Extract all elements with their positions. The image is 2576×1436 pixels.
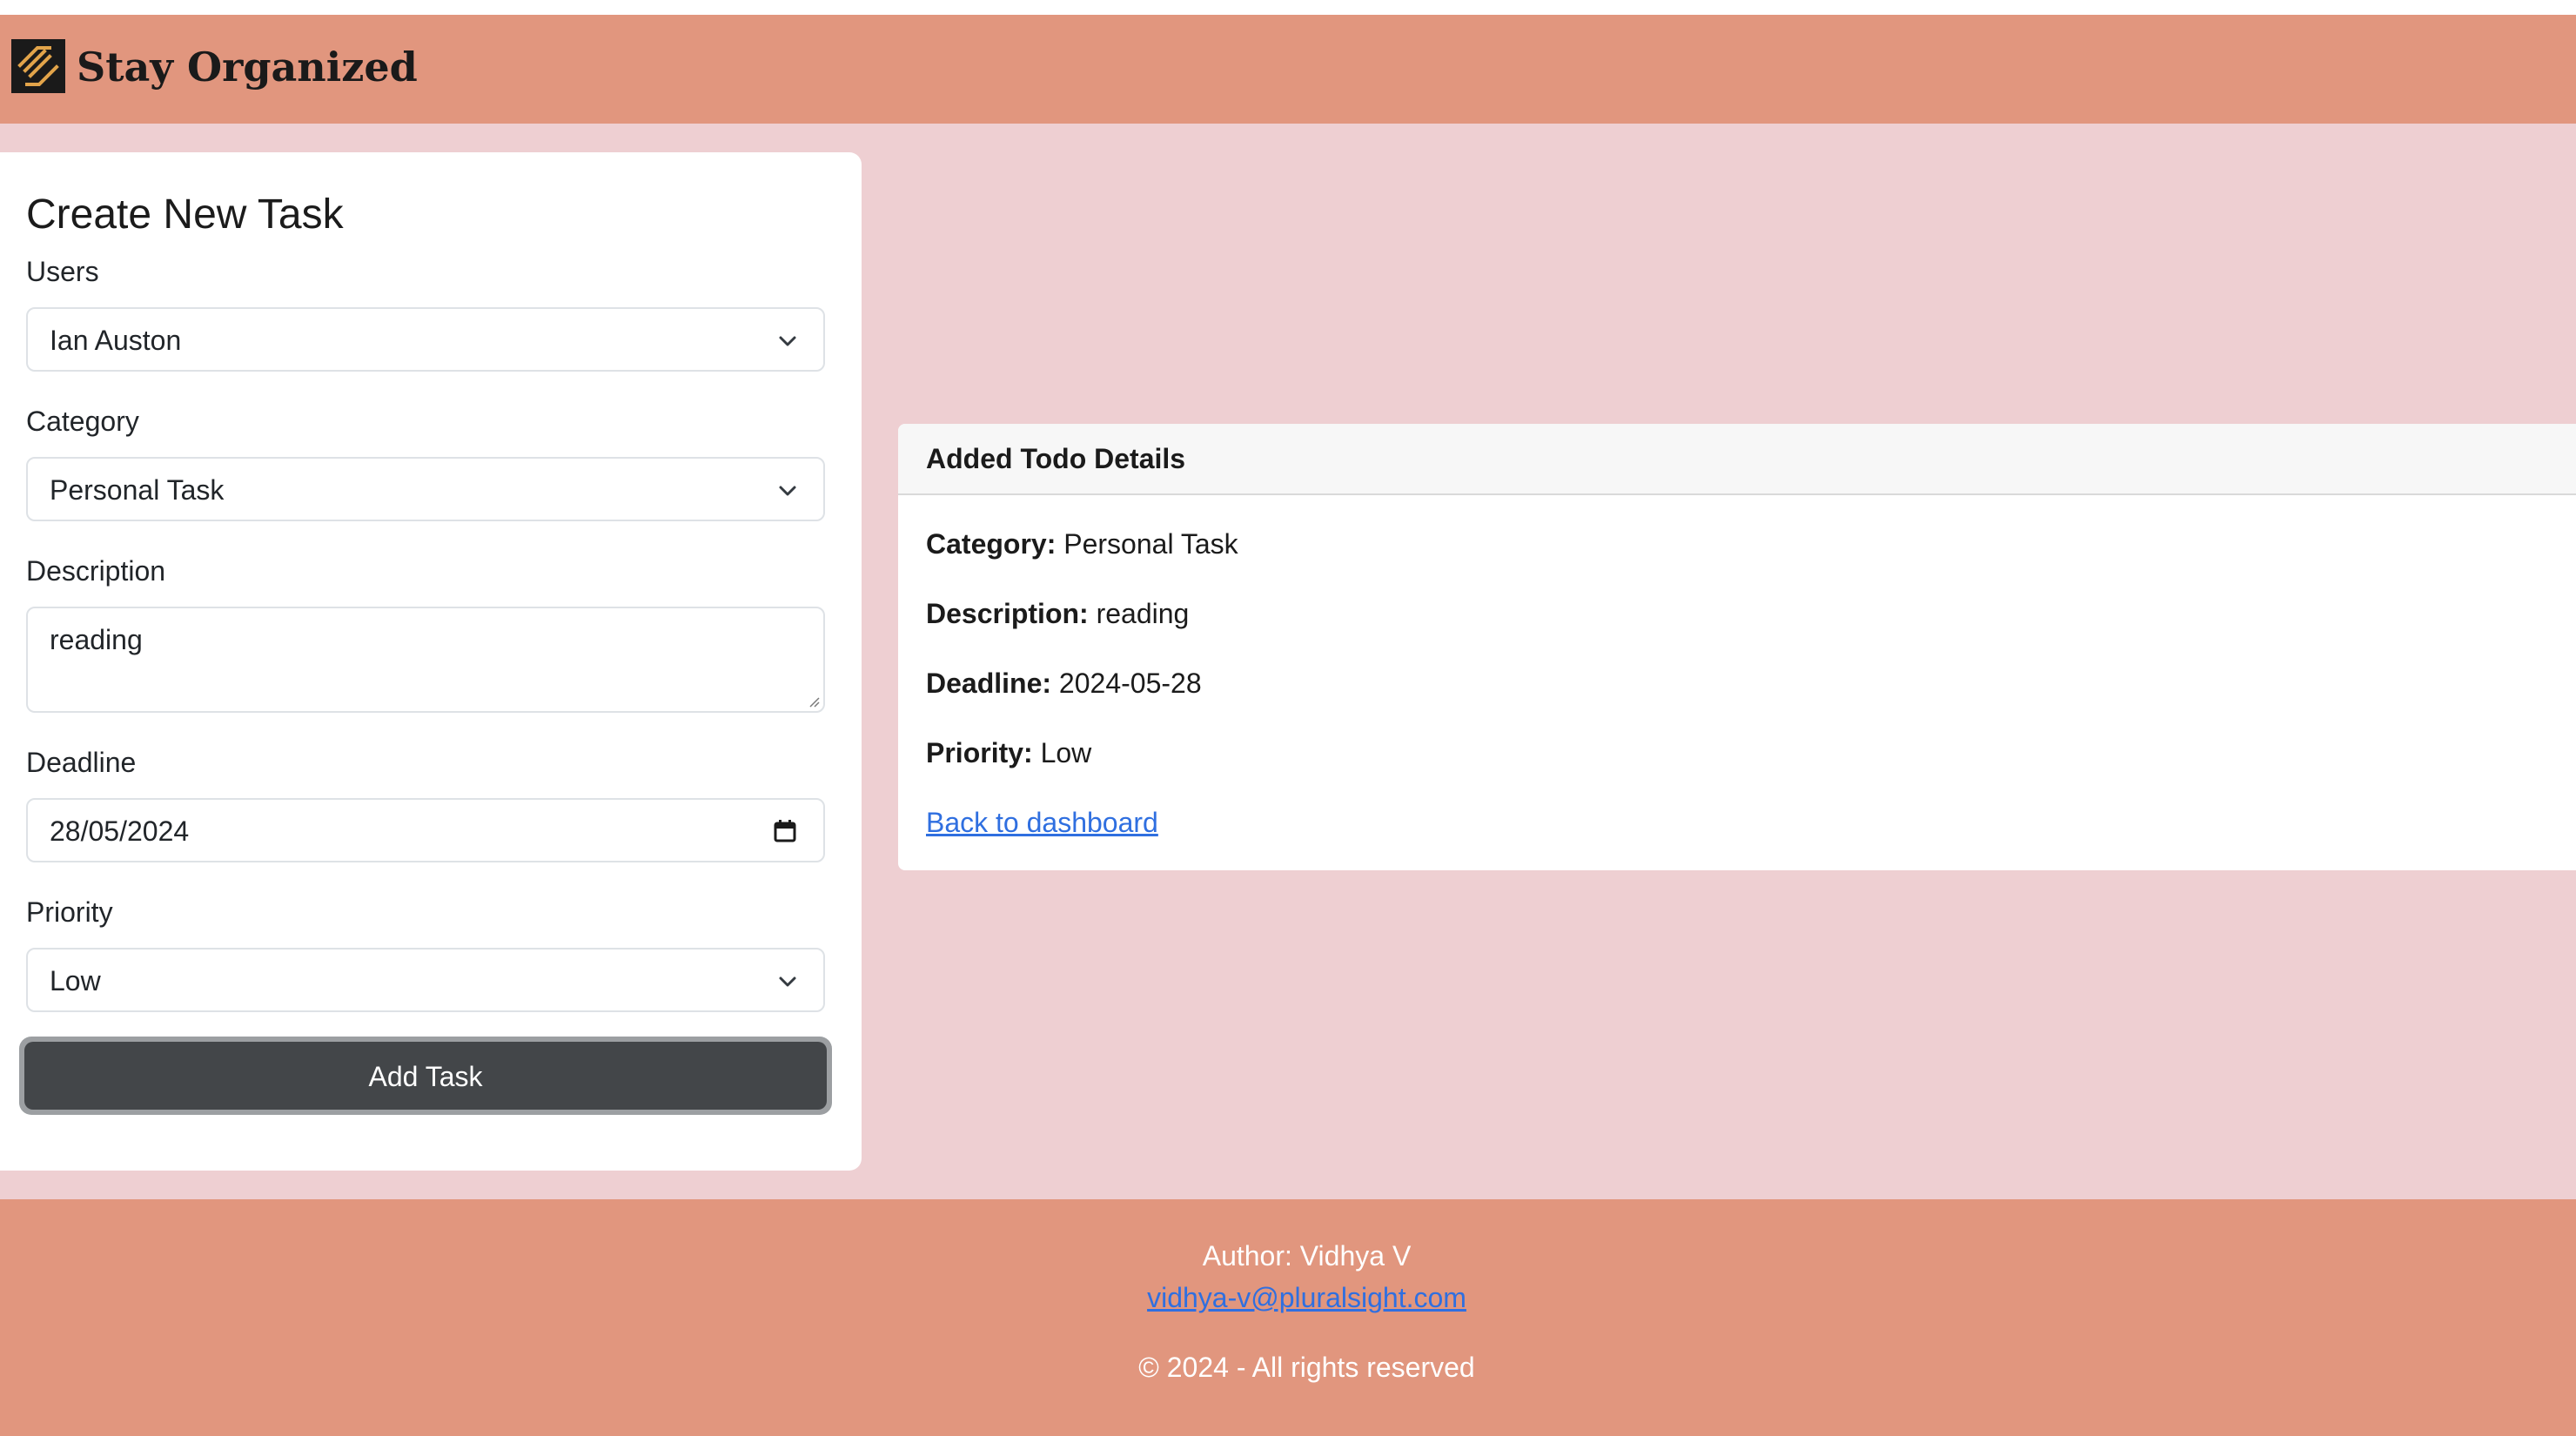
detail-priority-value: Low: [1040, 737, 1092, 768]
detail-priority-label: Priority:: [926, 737, 1033, 768]
category-label: Category: [26, 406, 139, 437]
form-title: Create New Task: [26, 191, 344, 238]
description-textarea-value: reading: [50, 624, 143, 655]
app-footer: Author: Vidhya V vidhya-v@pluralsight.co…: [0, 1199, 2576, 1436]
description-label: Description: [26, 555, 166, 587]
deadline-date-value: 28/05/2024: [50, 815, 190, 847]
detail-deadline-label: Deadline:: [926, 668, 1052, 699]
footer-copyright: © 2024 - All rights reserved: [1138, 1352, 1475, 1383]
priority-select-value: Low: [50, 965, 101, 996]
brand-title[interactable]: Stay Organized: [77, 41, 418, 93]
users-select-value: Ian Auston: [50, 325, 182, 356]
layers-logo-icon[interactable]: [11, 39, 65, 93]
footer-email-link[interactable]: vidhya-v@pluralsight.com: [1147, 1282, 1466, 1313]
details-title: Added Todo Details: [926, 443, 1186, 474]
detail-deadline-value: 2024-05-28: [1058, 668, 1202, 699]
back-link-row: Back to dashboard: [926, 805, 1158, 840]
app-header: Stay Organized: [0, 15, 2576, 124]
detail-description: Description: reading: [926, 596, 1189, 631]
detail-deadline: Deadline: 2024-05-28: [926, 666, 1202, 701]
details-header: Added Todo Details: [898, 424, 2576, 495]
detail-priority: Priority: Low: [926, 735, 1091, 770]
detail-category-value: Personal Task: [1063, 528, 1238, 560]
calendar-icon[interactable]: [771, 817, 799, 845]
todo-details-card: Added Todo Details Category: Personal Ta…: [898, 424, 2576, 870]
deadline-date-input[interactable]: 28/05/2024: [26, 798, 825, 862]
detail-category: Category: Personal Task: [926, 527, 1238, 561]
chevron-down-icon: [779, 486, 796, 496]
detail-description-label: Description:: [926, 598, 1089, 629]
users-label: Users: [26, 256, 99, 287]
add-task-button-focus-ring: Add Task: [19, 1037, 832, 1115]
back-to-dashboard-link[interactable]: Back to dashboard: [926, 807, 1158, 838]
add-task-button[interactable]: Add Task: [24, 1042, 827, 1110]
description-textarea[interactable]: reading: [26, 607, 825, 713]
deadline-label: Deadline: [26, 747, 137, 778]
category-select-value: Personal Task: [50, 474, 225, 506]
priority-select[interactable]: Low: [26, 948, 825, 1012]
chevron-down-icon: [779, 336, 796, 346]
users-select[interactable]: Ian Auston: [26, 307, 825, 372]
footer-email-row: vidhya-v@pluralsight.com: [0, 1280, 2576, 1315]
detail-description-value: reading: [1096, 598, 1190, 629]
category-select[interactable]: Personal Task: [26, 457, 825, 521]
chevron-down-icon: [779, 976, 796, 987]
resize-grip-icon[interactable]: [806, 694, 820, 708]
create-task-form: Create New Task Users Ian Auston Categor…: [0, 152, 862, 1171]
footer-author: Author: Vidhya V: [1202, 1240, 1412, 1272]
priority-label: Priority: [26, 896, 113, 928]
detail-category-label: Category:: [926, 528, 1057, 560]
top-strip: [0, 0, 2576, 15]
